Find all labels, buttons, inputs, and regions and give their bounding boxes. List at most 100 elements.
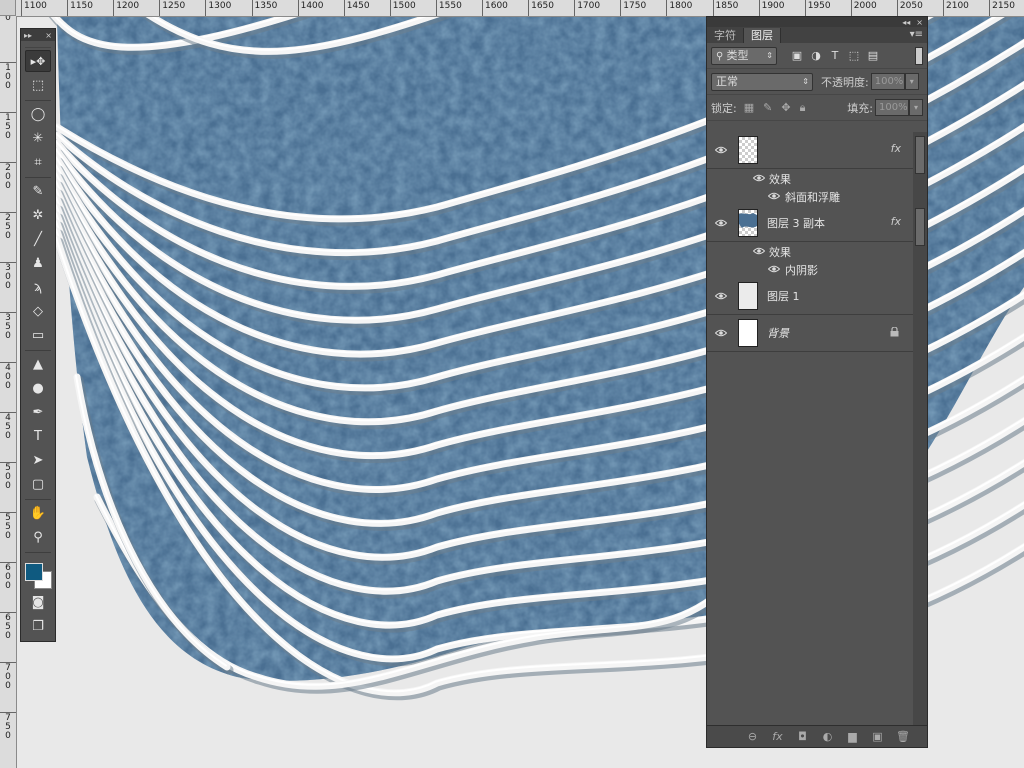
ruler-tick-label: 1 5 0 xyxy=(0,112,16,141)
ruler-tick-label: 1200 xyxy=(113,0,139,16)
mask-icon[interactable]: ◘ xyxy=(796,730,809,743)
foreground-color-swatch[interactable] xyxy=(25,563,43,581)
scrollbar-thumb[interactable] xyxy=(915,208,925,246)
effect-item[interactable]: 斜面和浮雕 xyxy=(707,187,915,205)
tool-gradient[interactable]: ▭ xyxy=(25,324,51,346)
tool-crop[interactable]: ⌗ xyxy=(25,151,51,173)
shape-filter-icon[interactable]: ⬚ xyxy=(848,49,860,62)
tool-lasso[interactable]: ◯ xyxy=(25,103,51,125)
effect-visibility-eye-icon[interactable] xyxy=(767,262,781,276)
fx-icon[interactable]: fx xyxy=(891,142,901,155)
vertical-ruler[interactable]: 0 1 0 0 1 5 0 2 0 0 2 5 0 3 0 0 3 5 0 4 0 0 4 5 … xyxy=(0,16,17,768)
layer-name[interactable]: 背景 xyxy=(767,325,789,341)
ruler-tick-label: 1150 xyxy=(67,0,93,16)
layer-thumbnail[interactable] xyxy=(738,209,758,237)
lock-image-icon[interactable]: ✎ xyxy=(763,101,772,115)
visibility-eye-icon[interactable] xyxy=(714,326,728,340)
layer-thumbnail[interactable] xyxy=(738,136,758,164)
fx-icon[interactable]: fx xyxy=(771,730,784,743)
quick-mask-icon: ◙ xyxy=(31,594,45,610)
tool-screenmode[interactable]: ❐ xyxy=(25,615,51,637)
close-panel-icon[interactable]: × xyxy=(916,18,923,27)
opacity-input[interactable]: 100% xyxy=(870,73,905,90)
layer-row[interactable]: 图层 1 xyxy=(707,278,915,315)
tool-eyedropper[interactable]: ✎ xyxy=(25,180,51,202)
visibility-eye-icon[interactable] xyxy=(714,143,728,157)
fx-icon[interactable]: fx xyxy=(891,215,901,228)
tool-magic[interactable]: ✳ xyxy=(25,127,51,149)
tool-pen[interactable]: ✒ xyxy=(25,401,51,423)
ruler-tick-label: 7 5 0 xyxy=(0,712,16,741)
lock-all-icon[interactable]: 🔒︎ xyxy=(800,101,806,115)
fill-input[interactable]: 100% xyxy=(875,99,909,116)
layer-row[interactable]: 图层 3 副本 fx xyxy=(707,205,915,242)
scrollbar-thumb[interactable] xyxy=(915,136,925,174)
layer-thumbnail[interactable] xyxy=(738,282,758,310)
horizontal-ruler[interactable]: 1100 1150 1200 1250 1300 1350 1400 1450 1500 1550… xyxy=(0,0,1024,17)
layers-scrollbar[interactable] xyxy=(913,132,927,727)
tool-heal[interactable]: ✲ xyxy=(25,204,51,226)
effect-name: 斜面和浮雕 xyxy=(785,191,840,204)
filter-toggle[interactable] xyxy=(915,46,923,65)
folder-icon[interactable]: ▆ xyxy=(846,730,859,743)
tab-layers[interactable]: 图层 xyxy=(744,28,781,43)
magic-wand-icon: ✳ xyxy=(32,130,44,146)
filter-type-select[interactable]: ⚲ 类型 ⇕ xyxy=(711,46,777,65)
lock-row: 锁定: ▦ ✎ ✥ 🔒︎ 填充: 100% ▾ xyxy=(707,95,927,121)
type-filter-icon[interactable]: T xyxy=(829,49,841,62)
effects-group[interactable]: 效果 xyxy=(707,242,915,260)
effects-group[interactable]: 效果 xyxy=(707,169,915,187)
ruler-tick-label: 2 5 0 xyxy=(0,212,16,241)
effect-item[interactable]: 内阴影 xyxy=(707,260,915,278)
effects-label: 效果 xyxy=(769,173,791,186)
tool-shape[interactable]: ▢ xyxy=(25,473,51,495)
screen-mode-icon: ❐ xyxy=(32,618,44,634)
tools-panel: ▸▸ × ▸✥ ⬚ ◯ ✳ ⌗ ✎ ✲ ╱ ♟ ϡ ◇ ▭ ▲ ● ✒ T ➤ ▢ ✋ ⚲ ◙ ❐ xyxy=(20,28,56,642)
effects-visibility-eye-icon[interactable] xyxy=(752,171,766,185)
ruler-tick-label: 1850 xyxy=(712,0,738,16)
layer-row[interactable]: fx xyxy=(707,132,915,169)
tool-history[interactable]: ϡ xyxy=(25,276,51,298)
tool-blur[interactable]: ▲ xyxy=(25,353,51,375)
layer-name[interactable]: 图层 3 副本 xyxy=(767,215,825,231)
tool-eraser[interactable]: ◇ xyxy=(25,300,51,322)
zoom-icon: ⚲ xyxy=(33,529,43,545)
collapse-panel-icon[interactable]: ◂◂ xyxy=(902,18,910,27)
adjustment-filter-icon[interactable]: ◑ xyxy=(810,49,822,62)
image-filter-icon[interactable]: ▣ xyxy=(791,49,803,62)
close-icon[interactable]: × xyxy=(45,31,52,40)
effects-visibility-eye-icon[interactable] xyxy=(752,244,766,258)
tool-marquee[interactable]: ⬚ xyxy=(25,74,51,96)
rounded-rect-icon: ▢ xyxy=(31,476,45,492)
collapse-icon[interactable]: ▸▸ xyxy=(24,31,32,40)
tool-zoom[interactable]: ⚲ xyxy=(25,526,51,548)
lock-transparent-icon[interactable]: ▦ xyxy=(744,101,754,115)
tool-move[interactable]: ▸✥ xyxy=(25,50,51,72)
tool-stamp[interactable]: ♟ xyxy=(25,252,51,274)
panel-menu-icon[interactable]: ▾≡ xyxy=(910,29,923,40)
tool-hand[interactable]: ✋ xyxy=(25,502,51,524)
link-icon[interactable]: ⊖ xyxy=(746,730,759,743)
tool-quickmask[interactable]: ◙ xyxy=(25,591,51,613)
tool-brush[interactable]: ╱ xyxy=(25,228,51,250)
tab-character[interactable]: 字符 xyxy=(707,28,744,43)
layer-thumbnail[interactable] xyxy=(738,319,758,347)
tool-type[interactable]: T xyxy=(25,425,51,447)
tool-dodge[interactable]: ● xyxy=(25,377,51,399)
fill-dropdown-button[interactable]: ▾ xyxy=(909,99,923,116)
effect-visibility-eye-icon[interactable] xyxy=(767,189,781,203)
blend-mode-select[interactable]: 正常 ⇕ xyxy=(711,72,813,91)
smart-object-filter-icon[interactable]: ▤ xyxy=(867,49,879,62)
visibility-eye-icon[interactable] xyxy=(714,216,728,230)
trash-icon[interactable]: 🗑 xyxy=(896,730,910,743)
tool-path-select[interactable]: ➤ xyxy=(25,449,51,471)
ruler-origin[interactable] xyxy=(0,0,16,16)
new-layer-icon[interactable]: ▣ xyxy=(871,730,884,743)
opacity-dropdown-button[interactable]: ▾ xyxy=(904,73,919,90)
layer-row[interactable]: 背景 xyxy=(707,315,915,352)
panel-grip[interactable] xyxy=(25,41,51,48)
layer-name[interactable]: 图层 1 xyxy=(767,288,800,304)
lock-position-icon[interactable]: ✥ xyxy=(781,101,790,115)
visibility-eye-icon[interactable] xyxy=(714,289,728,303)
adjustment-icon[interactable]: ◐ xyxy=(821,730,834,743)
